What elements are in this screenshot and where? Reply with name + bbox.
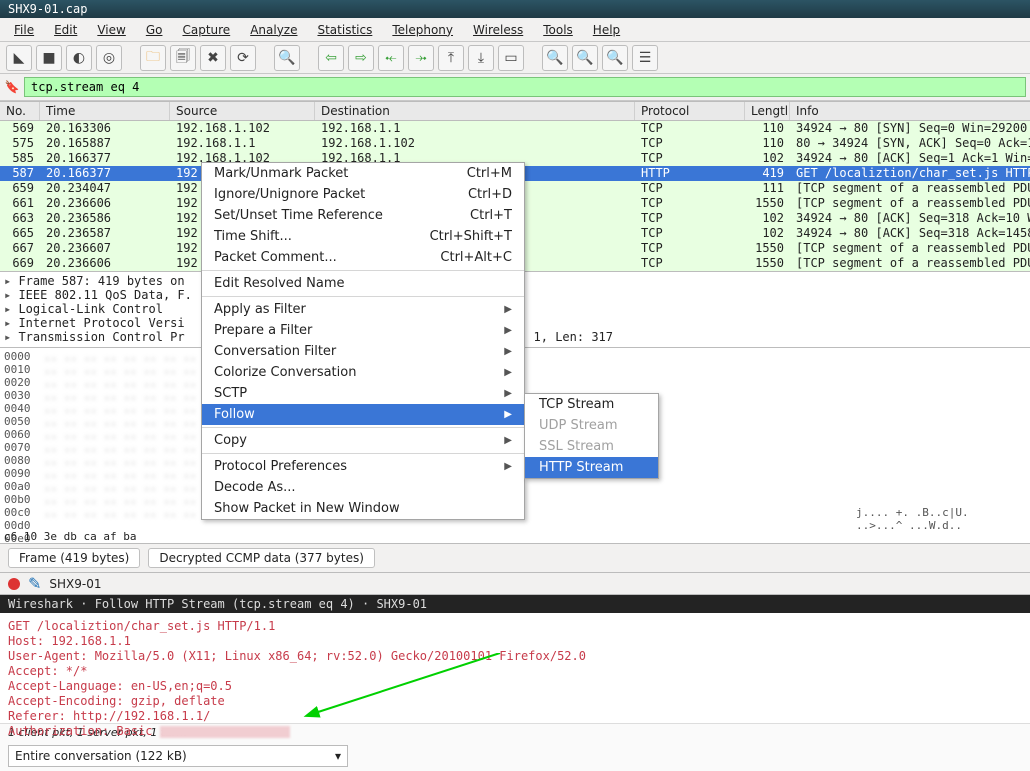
ctx-copy[interactable]: Copy▶ [202, 430, 524, 451]
resize-columns-icon[interactable]: ☰ [632, 45, 658, 71]
ctx-mark[interactable]: Mark/Unmark PacketCtrl+M [202, 163, 524, 184]
packet-context-menu[interactable]: Mark/Unmark PacketCtrl+M Ignore/Unignore… [201, 162, 525, 520]
menu-view[interactable]: View [89, 20, 133, 40]
display-filter-bar: 🔖 [0, 74, 1030, 101]
ctx-timeref[interactable]: Set/Unset Time ReferenceCtrl+T [202, 205, 524, 226]
hex-last-line: c6 10 3e db ca af ba [4, 530, 136, 543]
menu-capture[interactable]: Capture [174, 20, 238, 40]
save-file-icon[interactable]: 🗐 [170, 45, 196, 71]
chevron-down-icon: ▾ [335, 749, 341, 763]
packet-list-header: No. Time Source Destination Protocol Len… [0, 101, 1030, 121]
hex-offsets: 0000 0010 0020 0030 0040 0050 0060 0070 … [4, 350, 44, 541]
packet-row[interactable]: 56920.163306192.168.1.102192.168.1.1TCP1… [0, 121, 1030, 136]
submenu-http-stream[interactable]: HTTP Stream [525, 457, 658, 478]
menu-analyze[interactable]: Analyze [242, 20, 305, 40]
col-header-info[interactable]: Info [790, 102, 1030, 120]
ctx-prepare-filter[interactable]: Prepare a Filter▶ [202, 320, 524, 341]
conversation-bar: Entire conversation (122 kB) ▾ [0, 741, 1030, 771]
col-header-length[interactable]: Lengtl [745, 102, 790, 120]
display-filter-input[interactable] [24, 77, 1026, 97]
menu-tools[interactable]: Tools [535, 20, 581, 40]
packet-row[interactable]: 57520.165887192.168.1.1192.168.1.102TCP1… [0, 136, 1030, 151]
http-line: Accept: */* [8, 664, 1022, 679]
edit-icon[interactable]: ✎ [28, 574, 41, 593]
go-jump-next-icon[interactable]: ⤞ [408, 45, 434, 71]
menu-file[interactable]: File [6, 20, 42, 40]
http-line: Referer: http://192.168.1.1/ [8, 709, 1022, 724]
hex-ascii: j.... +. .B..c|U. ..>...^ ...W.d.. [856, 350, 1026, 541]
zoom-reset-icon[interactable]: 🔍 [602, 45, 628, 71]
reload-icon[interactable]: ⟳ [230, 45, 256, 71]
conversation-select[interactable]: Entire conversation (122 kB) ▾ [8, 745, 348, 767]
restart-capture-icon[interactable]: ◐ [66, 45, 92, 71]
go-jump-prev-icon[interactable]: ⤝ [378, 45, 404, 71]
tree-line[interactable]: Transmission Control Pr [4, 330, 185, 344]
ctx-follow[interactable]: Follow▶ [202, 404, 524, 425]
ctx-colorize[interactable]: Colorize Conversation▶ [202, 362, 524, 383]
col-header-destination[interactable]: Destination [315, 102, 635, 120]
ctx-protocol-prefs[interactable]: Protocol Preferences▶ [202, 456, 524, 477]
ctx-resolved[interactable]: Edit Resolved Name [202, 273, 524, 294]
ctx-timeshift[interactable]: Time Shift...Ctrl+Shift+T [202, 226, 524, 247]
submenu-ssl-stream: SSL Stream [525, 436, 658, 457]
http-line: GET /localiztion/char_set.js HTTP/1.1 [8, 619, 1022, 634]
ctx-decode-as[interactable]: Decode As... [202, 477, 524, 498]
stop-capture-icon[interactable]: ■ [36, 45, 62, 71]
http-line: User-Agent: Mozilla/5.0 (X11; Linux x86_… [8, 649, 1022, 664]
go-next-icon[interactable]: ⇨ [348, 45, 374, 71]
ctx-apply-filter[interactable]: Apply as Filter▶ [202, 299, 524, 320]
ctx-sctp[interactable]: SCTP▶ [202, 383, 524, 404]
menu-edit[interactable]: Edit [46, 20, 85, 40]
ctx-ignore[interactable]: Ignore/Unignore PacketCtrl+D [202, 184, 524, 205]
redacted-credentials [160, 726, 290, 738]
tab-decrypted[interactable]: Decrypted CCMP data (377 bytes) [148, 548, 375, 568]
http-line: Accept-Language: en-US,en;q=0.5 [8, 679, 1022, 694]
tab-frame[interactable]: Frame (419 bytes) [8, 548, 140, 568]
http-stream-pane[interactable]: GET /localiztion/char_set.js HTTP/1.1 Ho… [0, 613, 1030, 723]
col-header-no[interactable]: No. [0, 102, 40, 120]
zoom-in-icon[interactable]: 🔍 [542, 45, 568, 71]
follow-dialog-title: Wireshark · Follow HTTP Stream (tcp.stre… [0, 595, 1030, 613]
capture-options-icon[interactable]: ◎ [96, 45, 122, 71]
open-file-icon[interactable]: 🗀 [140, 45, 166, 71]
http-line: Accept-Encoding: gzip, deflate [8, 694, 1022, 709]
statusbar: ✎ SHX9-01 [0, 573, 1030, 595]
col-header-protocol[interactable]: Protocol [635, 102, 745, 120]
ctx-conversation-filter[interactable]: Conversation Filter▶ [202, 341, 524, 362]
find-icon[interactable]: 🔍 [274, 45, 300, 71]
menu-statistics[interactable]: Statistics [309, 20, 380, 40]
ctx-new-window[interactable]: Show Packet in New Window [202, 498, 524, 519]
close-file-icon[interactable]: ✖ [200, 45, 226, 71]
http-line: Authorization: Basic [8, 724, 1022, 739]
menu-wireless[interactable]: Wireless [465, 20, 531, 40]
submenu-udp-stream: UDP Stream [525, 415, 658, 436]
window-titlebar: SHX9-01.cap [0, 0, 1030, 18]
menubar: File Edit View Go Capture Analyze Statis… [0, 18, 1030, 42]
expert-info-icon[interactable] [8, 578, 20, 590]
follow-submenu[interactable]: TCP Stream UDP Stream SSL Stream HTTP St… [524, 393, 659, 479]
submenu-tcp-stream[interactable]: TCP Stream [525, 394, 658, 415]
shark-fin-icon[interactable]: ◣ [6, 45, 32, 71]
status-file: SHX9-01 [49, 577, 101, 591]
ctx-comment[interactable]: Packet Comment...Ctrl+Alt+C [202, 247, 524, 268]
auto-scroll-icon[interactable]: ▭ [498, 45, 524, 71]
byte-tabs: Frame (419 bytes) Decrypted CCMP data (3… [0, 543, 1030, 573]
conversation-select-label: Entire conversation (122 kB) [15, 749, 187, 763]
menu-help[interactable]: Help [585, 20, 628, 40]
col-header-source[interactable]: Source [170, 102, 315, 120]
col-header-time[interactable]: Time [40, 102, 170, 120]
go-first-icon[interactable]: ⤒ [438, 45, 464, 71]
menu-go[interactable]: Go [138, 20, 171, 40]
zoom-out-icon[interactable]: 🔍 [572, 45, 598, 71]
bookmark-icon[interactable]: 🔖 [4, 79, 20, 95]
http-line: Host: 192.168.1.1 [8, 634, 1022, 649]
go-prev-icon[interactable]: ⇦ [318, 45, 344, 71]
go-last-icon[interactable]: ⤓ [468, 45, 494, 71]
menu-telephony[interactable]: Telephony [384, 20, 461, 40]
toolbar: ◣ ■ ◐ ◎ 🗀 🗐 ✖ ⟳ 🔍 ⇦ ⇨ ⤝ ⤞ ⤒ ⤓ ▭ 🔍 🔍 🔍 ☰ [0, 42, 1030, 74]
